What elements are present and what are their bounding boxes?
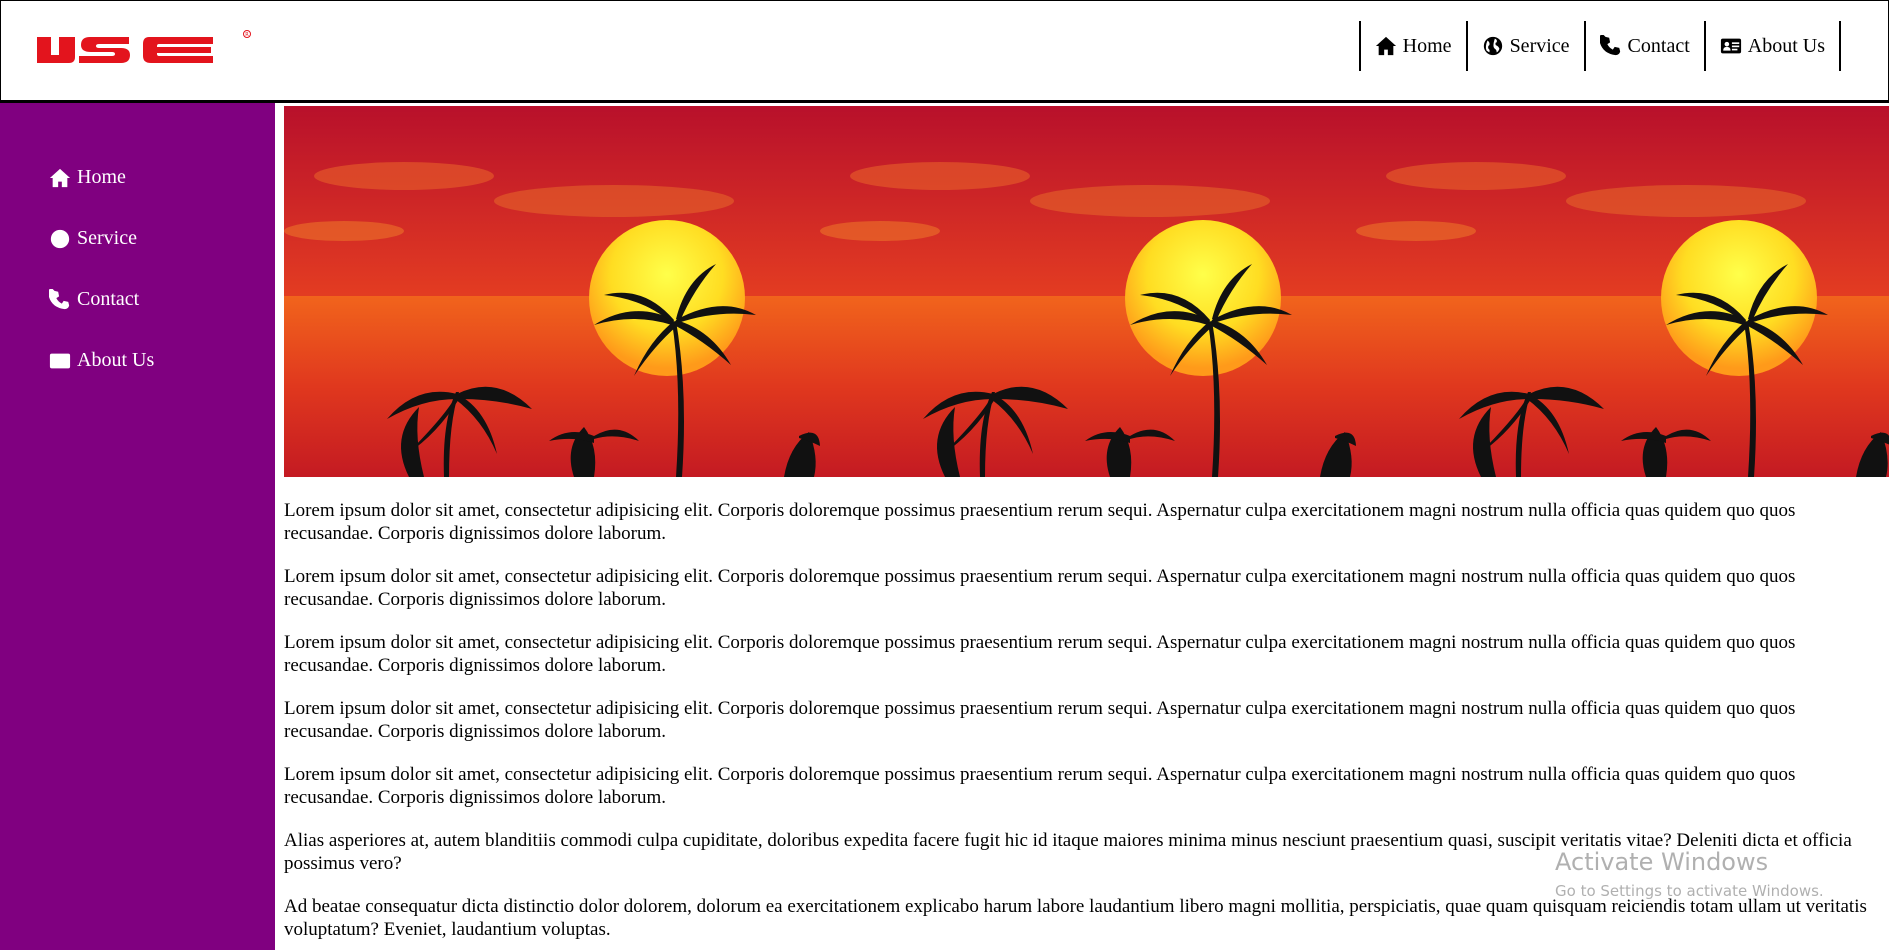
home-icon (1375, 35, 1397, 57)
sidebar-item-contact[interactable]: Contact (0, 269, 275, 330)
home-icon (49, 167, 71, 189)
paragraph: Lorem ipsum dolor sit amet, consectetur … (284, 500, 1796, 544)
sidebar-item-label: Home (77, 166, 126, 188)
sunset-palm-image (284, 106, 820, 477)
top-nav-about-label: About Us (1747, 34, 1825, 57)
top-nav-contact[interactable]: Contact (1586, 21, 1706, 71)
phone-icon (49, 289, 71, 311)
id-card-icon (1720, 35, 1742, 57)
ijse-logo[interactable]: R (37, 29, 259, 67)
sunset-palm-image (1356, 106, 1889, 477)
top-nav-contact-label: Contact (1627, 34, 1690, 57)
banner (284, 106, 1889, 477)
top-nav-service-label: Service (1509, 34, 1570, 57)
sidebar-item-home[interactable]: Home (0, 147, 275, 208)
article: Lorem ipsum dolor sit amet, consectetur … (284, 477, 1884, 941)
paragraph: Lorem ipsum dolor sit amet, consectetur … (284, 632, 1796, 676)
sidebar-item-about-us[interactable]: About Us (0, 330, 275, 391)
top-nav-service[interactable]: Service (1468, 21, 1586, 71)
sidebar: Home Service Contact About Us (0, 103, 275, 950)
sunset-palm-image (820, 106, 1356, 477)
sidebar-item-label: About Us (77, 349, 155, 371)
phone-icon (1600, 35, 1622, 57)
top-nav-home-label: Home (1402, 34, 1452, 57)
globe-icon (1482, 35, 1504, 57)
paragraph: Lorem ipsum dolor sit amet, consectetur … (284, 566, 1796, 610)
id-card-icon (49, 350, 71, 372)
top-nav-home[interactable]: Home (1361, 21, 1468, 71)
main-content: Lorem ipsum dolor sit amet, consectetur … (284, 106, 1889, 950)
logo-graphic: R (37, 30, 251, 63)
top-nav: Home Service Contact About Us (1358, 21, 1841, 71)
globe-icon (49, 228, 71, 250)
sidebar-item-label: Contact (77, 288, 140, 310)
svg-text:R: R (245, 32, 249, 38)
top-nav-about[interactable]: About Us (1706, 21, 1841, 71)
sidebar-item-service[interactable]: Service (0, 208, 275, 269)
sidebar-item-label: Service (77, 227, 137, 249)
paragraph: Lorem ipsum dolor sit amet, consectetur … (284, 764, 1796, 808)
paragraph: Ad beatae consequatur dicta distinctio d… (284, 896, 1867, 940)
paragraph: Alias asperiores at, autem blanditiis co… (284, 830, 1852, 874)
header: R Home Service Contact About Us (0, 0, 1889, 103)
paragraph: Lorem ipsum dolor sit amet, consectetur … (284, 698, 1796, 742)
